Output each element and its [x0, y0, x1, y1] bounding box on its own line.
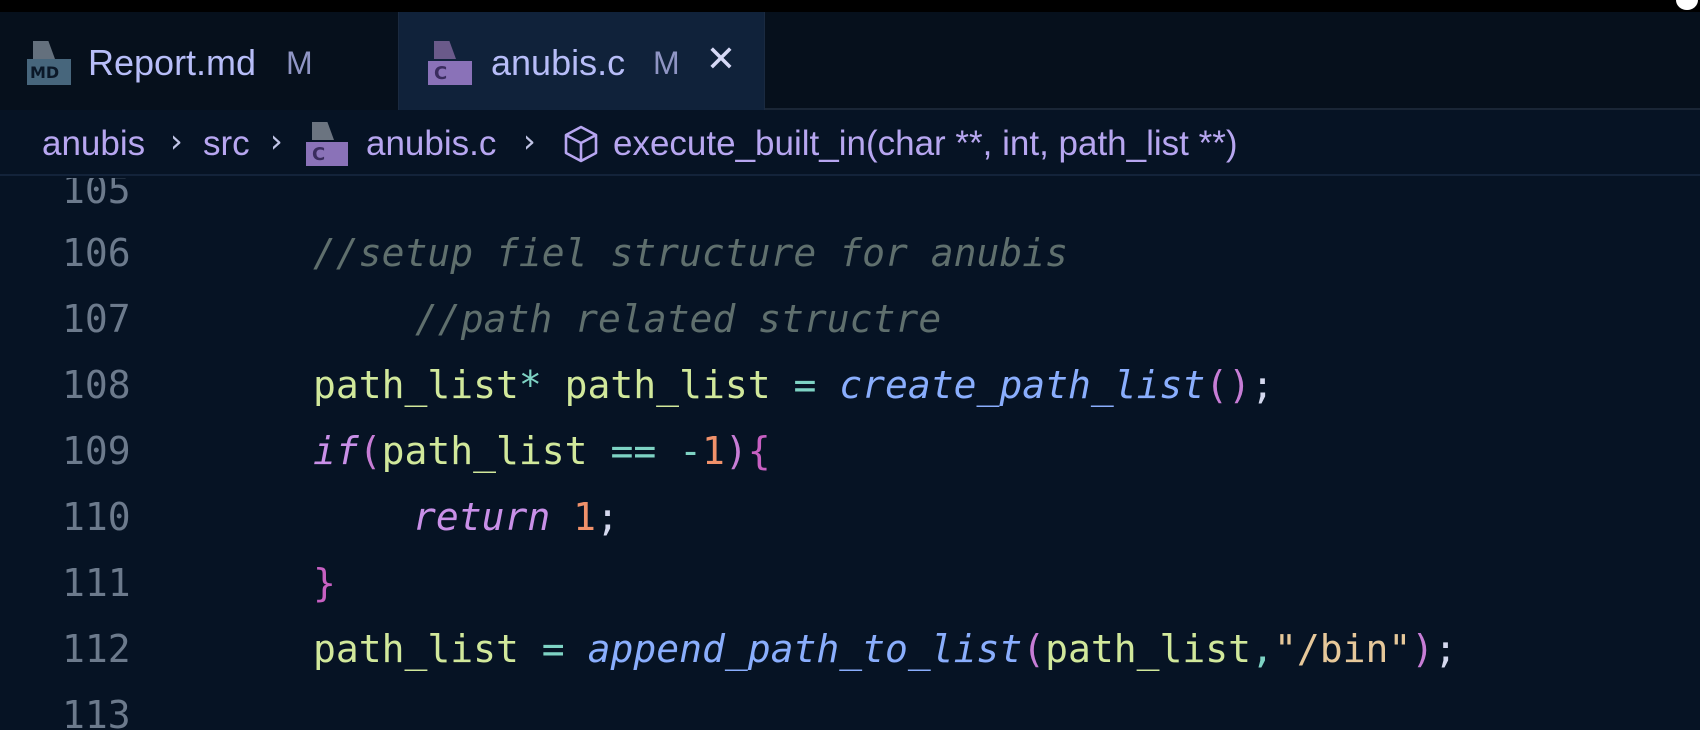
code-token: path_list: [381, 429, 611, 473]
code-text: path_list = append_path_to_list(path_lis…: [313, 627, 1457, 671]
line-number: 105: [62, 178, 131, 212]
code-line[interactable]: 108 path_list* path_list = create_path_li…: [0, 355, 1700, 421]
code-line[interactable]: 107 //path related structre: [0, 289, 1700, 355]
code-line[interactable]: 112 path_list = append_path_to_list(path_…: [0, 619, 1700, 685]
line-number: 111: [62, 561, 131, 605]
code-text: return 1;: [413, 495, 619, 539]
markdown-file-icon: MD: [27, 41, 71, 87]
line-number: 106: [62, 231, 131, 275]
code-token: }: [313, 561, 336, 605]
code-token: create_path_list: [839, 363, 1206, 407]
code-line[interactable]: 110 return 1;: [0, 487, 1700, 553]
code-text: //setup fiel structure for anubis: [313, 231, 1068, 275]
code-token: //setup fiel structure for anubis: [313, 231, 1068, 275]
tab-label: Report.md: [88, 42, 257, 83]
code-token: "/bin": [1273, 627, 1412, 671]
code-token: return: [413, 495, 551, 539]
breadcrumb: anubis › src › C anubis.c › execute_buil…: [0, 112, 1700, 176]
chevron-right-icon: ›: [170, 122, 183, 160]
window-top-strip: [0, 0, 1700, 12]
modified-badge: M: [653, 45, 680, 81]
code-token: path_list: [541, 363, 794, 407]
c-file-icon: C: [428, 41, 472, 87]
line-number: 113: [62, 693, 131, 730]
tab-label: anubis.c: [491, 42, 626, 83]
line-number: 109: [62, 429, 131, 473]
code-line[interactable]: 109 if(path_list == -1){: [0, 421, 1700, 487]
code-text: path_list* path_list = create_path_list(…: [313, 363, 1274, 407]
breadcrumb-folder[interactable]: anubis: [42, 124, 145, 164]
code-token: 1: [573, 495, 597, 539]
code-token: ;: [596, 495, 619, 539]
c-file-icon: C: [306, 122, 348, 166]
code-token: ;: [1434, 627, 1457, 671]
code-token: path_list: [1045, 627, 1252, 671]
code-token: {: [747, 429, 771, 473]
code-line[interactable]: 113: [0, 685, 1700, 730]
code-token: path_list: [313, 627, 542, 671]
code-token: ): [724, 429, 748, 473]
code-text: }: [313, 561, 336, 605]
code-token: if: [313, 429, 359, 473]
tab-report-md[interactable]: MD Report.md M: [0, 12, 398, 110]
code-token: ;: [1251, 363, 1274, 407]
code-text: //path related structre: [415, 297, 941, 341]
editor-tab-bar: MD Report.md M C anubis.c M ✕: [0, 12, 1700, 110]
window-corner-control[interactable]: [1676, 0, 1698, 10]
code-token: (): [1205, 363, 1252, 407]
line-number: 110: [62, 495, 131, 539]
breadcrumb-subfolder[interactable]: src: [203, 124, 250, 164]
close-icon[interactable]: ✕: [704, 40, 738, 80]
modified-badge: M: [286, 45, 313, 81]
tab-anubis-c[interactable]: C anubis.c M ✕: [398, 12, 765, 110]
code-token: (: [358, 429, 382, 473]
symbol-method-icon: [564, 125, 598, 163]
code-token: ==: [610, 429, 657, 473]
code-token: 1: [701, 429, 725, 473]
code-line[interactable]: 106 //setup fiel structure for anubis: [0, 223, 1700, 289]
code-token: (: [1022, 627, 1046, 671]
breadcrumb-file[interactable]: anubis.c: [366, 124, 496, 164]
code-token: append_path_to_list: [587, 627, 1023, 671]
code-token: ,: [1251, 627, 1274, 671]
line-number: 112: [62, 627, 131, 671]
chevron-right-icon: ›: [270, 122, 283, 160]
chevron-right-icon: ›: [523, 122, 536, 160]
code-line[interactable]: 111}: [0, 553, 1700, 619]
breadcrumb-symbol[interactable]: execute_built_in(char **, int, path_list…: [613, 124, 1238, 164]
code-token: =: [793, 363, 817, 407]
code-token: -: [679, 429, 702, 473]
code-token: path_list: [313, 363, 519, 407]
code-token: =: [541, 627, 565, 671]
line-number: 108: [62, 363, 131, 407]
code-token: //path related structre: [415, 297, 942, 341]
code-text: if(path_list == -1){: [313, 429, 771, 473]
code-line[interactable]: 105: [0, 178, 1700, 226]
code-editor[interactable]: 105 106//setup fiel structure for anubis 1…: [0, 178, 1700, 730]
code-token: *: [518, 363, 542, 407]
line-number: 107: [62, 297, 131, 341]
code-token: ): [1411, 627, 1435, 671]
